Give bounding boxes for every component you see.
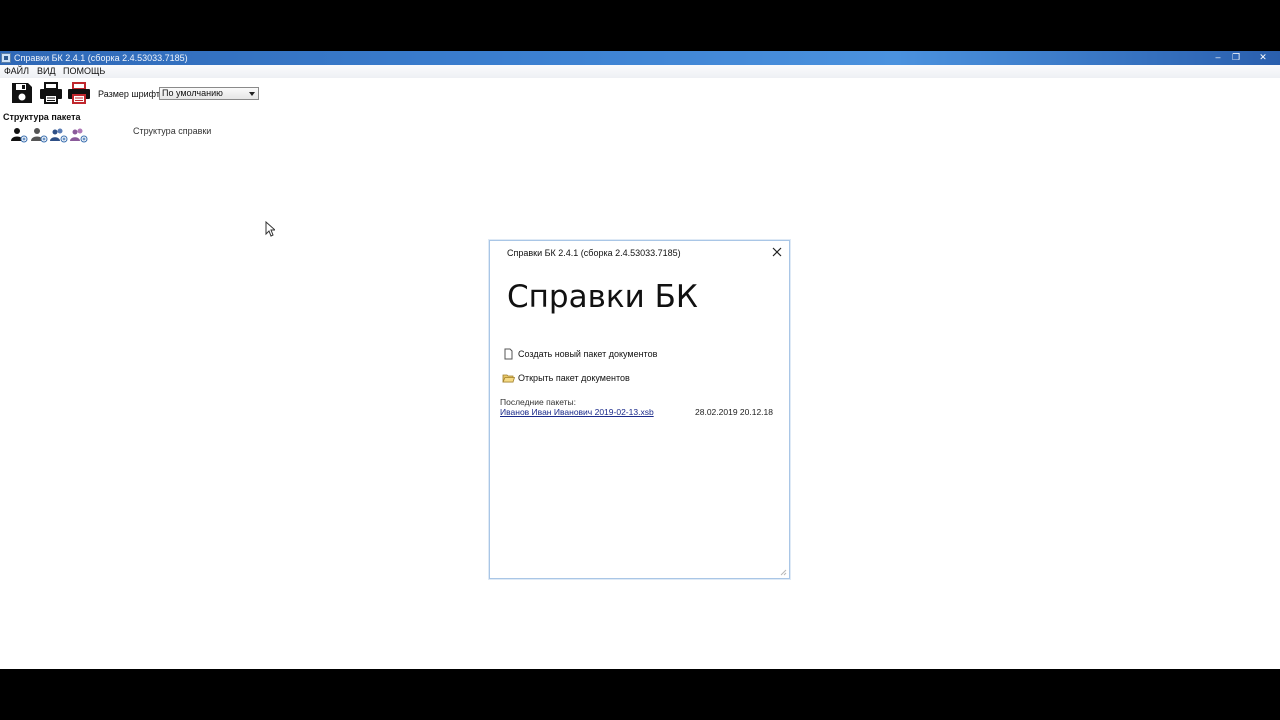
recent-packages-label: Последние пакеты:: [500, 397, 577, 407]
title-bar[interactable]: Справки БК 2.4.1 (сборка 2.4.53033.7185)…: [0, 51, 1280, 65]
maximize-button[interactable]: ❐: [1228, 52, 1244, 63]
screen: Справки БК 2.4.1 (сборка 2.4.53033.7185)…: [0, 0, 1280, 720]
window-title: Справки БК 2.4.1 (сборка 2.4.53033.7185): [14, 53, 188, 63]
add-person-icon: [31, 128, 48, 143]
package-tools: [10, 127, 90, 143]
chevron-down-icon: [249, 92, 255, 96]
print-icon: [40, 82, 62, 104]
add-group-button[interactable]: [50, 127, 68, 143]
minimize-button[interactable]: ‒: [1210, 52, 1226, 63]
package-structure-title: Структура пакета: [3, 112, 81, 122]
add-person-group-icon: [70, 128, 88, 143]
menu-view[interactable]: ВИД: [37, 65, 56, 78]
recent-package-date: 28.02.2019 20.12.18: [695, 407, 773, 417]
add-person-icon: [11, 128, 28, 143]
create-new-label: Создать новый пакет документов: [518, 349, 658, 359]
recent-package-row: Иванов Иван Иванович 2019-02-13.xsb 28.0…: [500, 407, 773, 419]
open-package-button[interactable]: Открыть пакет документов: [502, 371, 630, 385]
create-new-package-button[interactable]: Создать новый пакет документов: [502, 347, 657, 361]
recent-package-link[interactable]: Иванов Иван Иванович 2019-02-13.xsb: [500, 407, 654, 417]
folder-open-icon: [502, 374, 515, 383]
save-icon: [12, 83, 32, 103]
add-person-button[interactable]: [10, 127, 28, 143]
font-size-label: Размер шрифта:: [98, 89, 168, 99]
print-preview-button[interactable]: [67, 81, 91, 105]
dialog-heading: Справки БК: [507, 279, 698, 315]
menu-help[interactable]: ПОМОЩЬ: [63, 65, 105, 78]
save-button[interactable]: [10, 81, 34, 105]
print-red-icon: [68, 82, 90, 104]
new-document-icon: [504, 348, 513, 360]
close-icon[interactable]: [771, 246, 783, 258]
open-label: Открыть пакет документов: [518, 373, 630, 383]
resize-grip-icon[interactable]: [779, 568, 787, 576]
structure-label: Структура справки: [133, 126, 212, 136]
font-size-select[interactable]: По умолчанию: [159, 87, 259, 100]
add-person-alt-button[interactable]: [30, 127, 48, 143]
toolbar: Размер шрифта: По умолчанию: [0, 79, 300, 107]
app-icon: [1, 53, 11, 63]
menu-bar: ФАЙЛ ВИД ПОМОЩЬ: [0, 65, 1280, 78]
add-person-group-icon: [50, 128, 68, 143]
start-dialog: Справки БК 2.4.1 (сборка 2.4.53033.7185)…: [489, 240, 790, 579]
dialog-title: Справки БК 2.4.1 (сборка 2.4.53033.7185): [507, 248, 681, 258]
add-group-alt-button[interactable]: [70, 127, 88, 143]
close-window-button[interactable]: ✕: [1255, 52, 1271, 63]
app-window: Справки БК 2.4.1 (сборка 2.4.53033.7185)…: [0, 51, 1280, 669]
menu-file[interactable]: ФАЙЛ: [4, 65, 29, 78]
font-size-value: По умолчанию: [162, 88, 223, 98]
print-button[interactable]: [39, 81, 63, 105]
mouse-cursor-icon: [265, 221, 275, 237]
